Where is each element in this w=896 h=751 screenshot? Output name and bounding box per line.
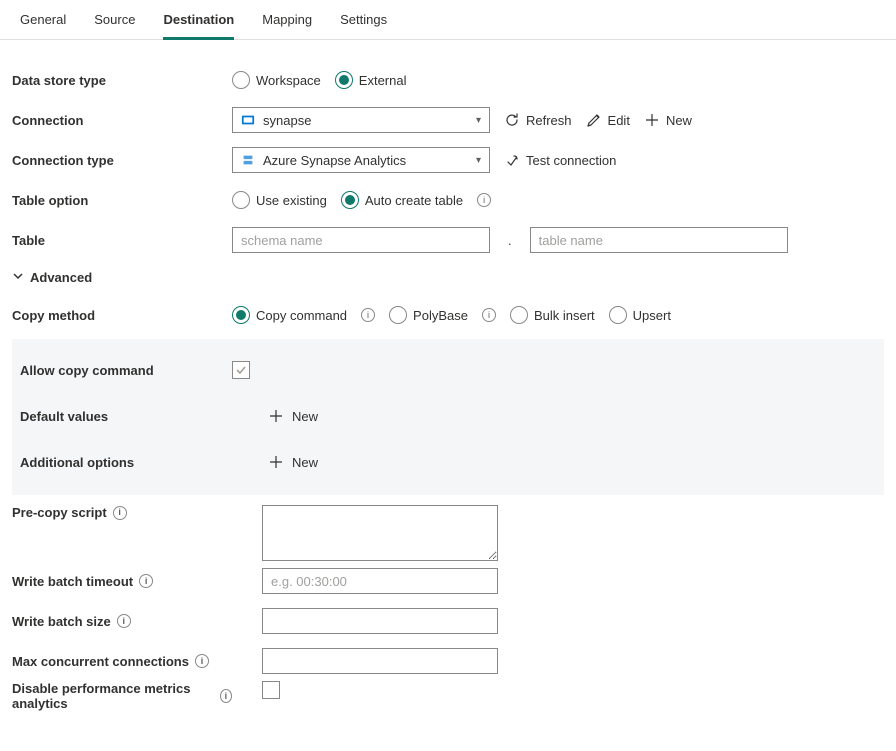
radio-upsert-label: Upsert: [633, 308, 671, 323]
allow-copy-command-checkbox[interactable]: [232, 361, 250, 379]
radio-workspace-label: Workspace: [256, 73, 321, 88]
radio-polybase-label: PolyBase: [413, 308, 468, 323]
plus-icon: [644, 112, 660, 128]
table-schema-input[interactable]: [232, 227, 490, 253]
new-label: New: [292, 455, 318, 470]
label-data-store-type: Data store type: [12, 73, 232, 88]
info-icon[interactable]: i: [195, 654, 209, 668]
tab-general[interactable]: General: [20, 8, 66, 39]
tab-source[interactable]: Source: [94, 8, 135, 39]
radio-workspace[interactable]: Workspace: [232, 71, 321, 89]
pencil-icon: [586, 112, 602, 128]
connection-type-select[interactable]: Azure Synapse Analytics ▾: [232, 147, 490, 173]
tab-mapping[interactable]: Mapping: [262, 8, 312, 39]
info-icon[interactable]: i: [220, 689, 232, 703]
info-icon[interactable]: i: [117, 614, 131, 628]
table-name-input[interactable]: [530, 227, 788, 253]
tab-destination[interactable]: Destination: [163, 8, 234, 40]
label-default-values: Default values: [12, 409, 232, 424]
label-disable-metrics: Disable performance metrics analytics i: [12, 681, 232, 711]
label-pre-copy-script: Pre-copy script i: [12, 505, 232, 520]
synapse-icon: [241, 113, 255, 127]
label-connection: Connection: [12, 113, 232, 128]
new-connection-button[interactable]: New: [644, 112, 692, 128]
info-icon[interactable]: i: [477, 193, 491, 207]
radio-copy-command[interactable]: Copy command: [232, 306, 347, 324]
label-additional-options: Additional options: [12, 455, 232, 470]
table-dot-separator: .: [504, 233, 516, 248]
info-icon[interactable]: i: [361, 308, 375, 322]
destination-form: Data store type Workspace External Conne…: [0, 40, 896, 751]
edit-label: Edit: [608, 113, 630, 128]
radio-bulk-insert-label: Bulk insert: [534, 308, 595, 323]
copy-command-panel: Allow copy command Default values New Ad…: [12, 339, 884, 495]
advanced-toggle[interactable]: Advanced: [12, 260, 92, 295]
radio-bulk-insert[interactable]: Bulk insert: [510, 306, 595, 324]
info-icon[interactable]: i: [482, 308, 496, 322]
info-icon[interactable]: i: [113, 506, 127, 520]
radio-use-existing[interactable]: Use existing: [232, 191, 327, 209]
test-connection-button[interactable]: Test connection: [504, 152, 616, 168]
refresh-button[interactable]: Refresh: [504, 112, 572, 128]
radio-auto-create[interactable]: Auto create table: [341, 191, 463, 209]
new-label: New: [292, 409, 318, 424]
test-connection-label: Test connection: [526, 153, 616, 168]
edit-button[interactable]: Edit: [586, 112, 630, 128]
radio-polybase[interactable]: PolyBase: [389, 306, 468, 324]
label-table-option: Table option: [12, 193, 232, 208]
label-allow-copy-command: Allow copy command: [12, 363, 232, 378]
connection-type-value: Azure Synapse Analytics: [263, 153, 468, 168]
additional-options-new-button[interactable]: New: [262, 450, 324, 474]
plus-icon: [268, 408, 284, 424]
write-batch-timeout-input[interactable]: [262, 568, 498, 594]
max-concurrent-input[interactable]: [262, 648, 498, 674]
label-max-concurrent: Max concurrent connections i: [12, 654, 232, 669]
connection-select[interactable]: synapse ▾: [232, 107, 490, 133]
radio-external[interactable]: External: [335, 71, 407, 89]
label-write-batch-size: Write batch size i: [12, 614, 232, 629]
connection-value: synapse: [263, 113, 468, 128]
plus-icon: [268, 454, 284, 470]
radio-upsert[interactable]: Upsert: [609, 306, 671, 324]
radio-copy-command-label: Copy command: [256, 308, 347, 323]
check-icon: [235, 364, 247, 376]
refresh-icon: [504, 112, 520, 128]
test-connection-icon: [504, 152, 520, 168]
refresh-label: Refresh: [526, 113, 572, 128]
chevron-down-icon: ▾: [476, 155, 481, 166]
new-label: New: [666, 113, 692, 128]
azure-synapse-icon: [241, 153, 255, 167]
label-connection-type: Connection type: [12, 153, 232, 168]
info-icon[interactable]: i: [139, 574, 153, 588]
advanced-label: Advanced: [30, 270, 92, 285]
tab-bar: General Source Destination Mapping Setti…: [0, 0, 896, 40]
chevron-down-icon: ▾: [476, 115, 481, 126]
disable-metrics-checkbox[interactable]: [262, 681, 280, 699]
radio-auto-create-label: Auto create table: [365, 193, 463, 208]
chevron-down-icon: [12, 270, 24, 285]
radio-external-label: External: [359, 73, 407, 88]
label-table: Table: [12, 233, 232, 248]
default-values-new-button[interactable]: New: [262, 404, 324, 428]
write-batch-size-input[interactable]: [262, 608, 498, 634]
label-copy-method: Copy method: [12, 308, 232, 323]
tab-settings[interactable]: Settings: [340, 8, 387, 39]
radio-use-existing-label: Use existing: [256, 193, 327, 208]
label-write-batch-timeout: Write batch timeout i: [12, 574, 232, 589]
pre-copy-script-input[interactable]: [262, 505, 498, 561]
